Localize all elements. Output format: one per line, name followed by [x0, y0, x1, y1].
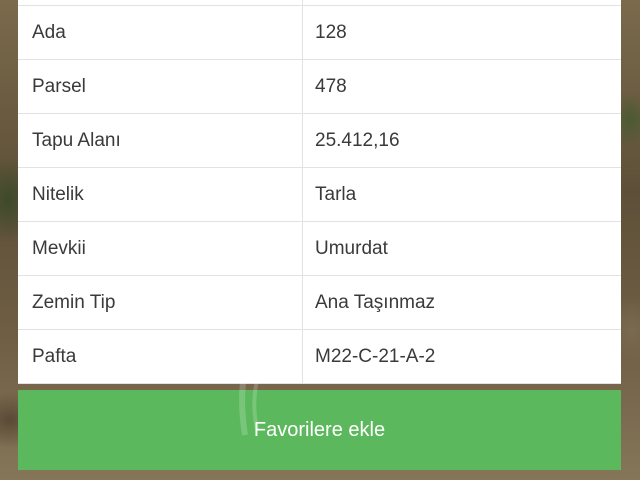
- row-value: Tarla: [315, 183, 357, 205]
- parcel-info-table: Ada 128 Parsel 478 Tapu Alanı 25.412,16 …: [18, 0, 621, 384]
- row-label: Parsel: [18, 60, 303, 113]
- parcel-info-panel: Ada 128 Parsel 478 Tapu Alanı 25.412,16 …: [18, 0, 621, 480]
- row-label: Pafta: [18, 330, 303, 383]
- table-row-pafta: Pafta M22-C-21-A-2: [18, 330, 621, 384]
- row-label: Nitelik: [18, 168, 303, 221]
- row-value: 25.412,16: [315, 129, 400, 151]
- row-value: 478: [315, 75, 347, 97]
- row-value: Umurdat: [315, 237, 388, 259]
- table-row-parsel: Parsel 478: [18, 60, 621, 114]
- table-row-mevkii: Mevkii Umurdat: [18, 222, 621, 276]
- table-row-zemin-tip: Zemin Tip Ana Taşınmaz: [18, 276, 621, 330]
- row-label: Tapu Alanı: [18, 114, 303, 167]
- row-value: Ana Taşınmaz: [315, 291, 436, 313]
- row-value: M22-C-21-A-2: [315, 345, 436, 367]
- table-row-ada: Ada 128: [18, 6, 621, 60]
- add-to-favorites-button[interactable]: Favorilere ekle: [18, 390, 621, 470]
- table-row-tapu-alani: Tapu Alanı 25.412,16: [18, 114, 621, 168]
- table-row-nitelik: Nitelik Tarla: [18, 168, 621, 222]
- row-value: 128: [315, 21, 347, 43]
- row-label: Mevkii: [18, 222, 303, 275]
- row-label: Ada: [18, 6, 303, 59]
- row-label: Zemin Tip: [18, 276, 303, 329]
